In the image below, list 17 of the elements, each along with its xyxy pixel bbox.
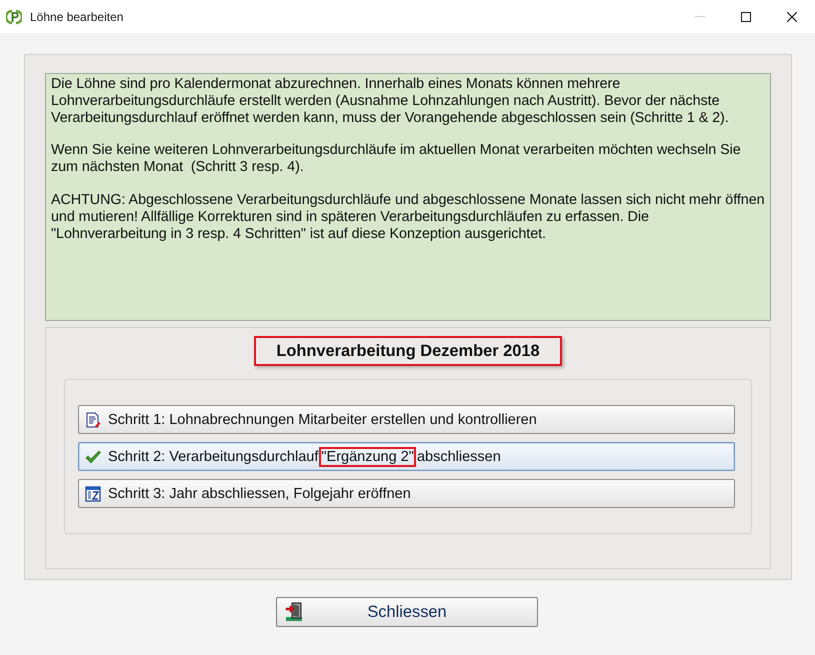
step-button[interactable]: Schritt 1: Lohnabrechnungen Mitarbeiter erstellen und kontrollieren	[78, 405, 735, 434]
info-paragraph: ACHTUNG: Abgeschlossene Verarbeitungsdurchläufe und abgeschlossene Monate lassen sich nicht mehr öffnen und mutieren! Allfällige Korrekturen sind in späteren Verarbeitungsdurchläufen zu erfassen. Die "Lohnverarbeitung in 3 resp. 4 Schritten" ist auf diese Konzeption ausgerichtet.	[51, 192, 766, 242]
close-button[interactable]: Schliessen	[276, 597, 538, 627]
highlight-box: "Ergänzung 2"	[319, 446, 416, 466]
close-icon	[787, 12, 797, 22]
step-button[interactable]: Schritt 3: Jahr abschliessen, Folgejahr eröffnen	[78, 479, 735, 508]
exit-door-icon	[285, 602, 303, 622]
check-icon	[85, 448, 101, 464]
window-title: Löhne bearbeiten	[30, 10, 124, 24]
maximize-icon	[741, 12, 751, 22]
document-pencil-icon	[85, 412, 101, 428]
calendar-icon	[85, 486, 101, 502]
step-button[interactable]: Schritt 2: Verarbeitungsdurchlauf "Ergänzung 2" abschliessen	[78, 442, 735, 471]
info-paragraph: Wenn Sie keine weiteren Lohnverarbeitungsdurchläufe im aktuellen Monat verarbeiten möchten wechseln Sie zum nächsten Monat (Schritt 3 resp. 4).	[51, 142, 742, 176]
month-title: Lohnverarbeitung Dezember 2018	[254, 336, 562, 366]
app-logo-icon	[6, 8, 22, 24]
info-paragraph: Die Löhne sind pro Kalendermonat abzurechnen. Innerhalb eines Monats können mehrere Lohnverarbeitungsdurchläufe erstellt werden (Ausnahme Lohnzahlungen nach Austritt). Bevor der nächste Verarbeitungsdurchlauf eröffnet werden kann, muss der Vorangehende abgeschlossen sein (Schritte 1 & 2).	[51, 76, 730, 126]
